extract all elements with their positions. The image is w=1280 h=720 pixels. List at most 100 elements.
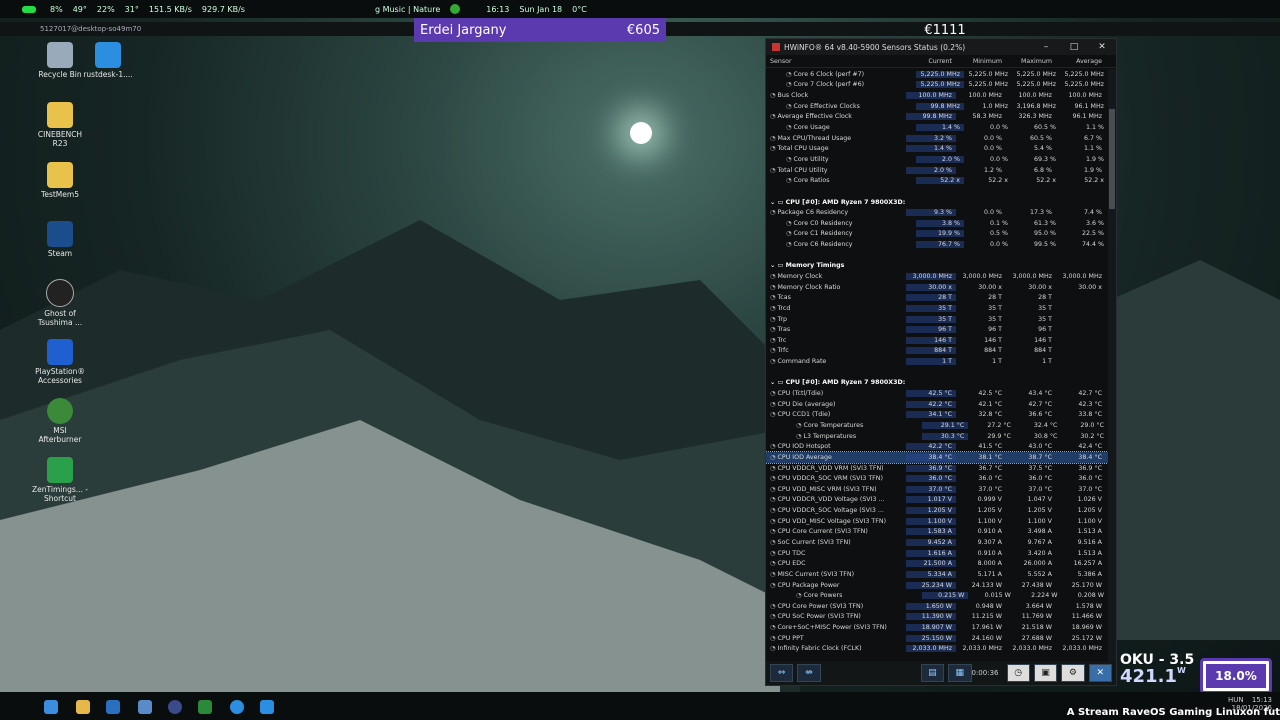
network-icon[interactable]: ▤ (920, 664, 945, 682)
sensor-row[interactable]: ◔ Command Rate 1 T1 T1 T (766, 356, 1108, 367)
desktop-icon-steam[interactable]: Steam (32, 221, 88, 258)
close-button[interactable]: ✕ (1088, 42, 1116, 52)
sensor-row[interactable]: ◔ CPU Package Power 25.234 W 24.133 W 27.43… (766, 580, 1108, 591)
desktop-icon-zentimings[interactable]: ZenTimings... - Shortcut (32, 457, 88, 503)
desktop-icon-rustdesk[interactable]: rustdesk-1.... (80, 42, 136, 79)
sensor-row[interactable]: ◔ CPU VDDCR_SOC VRM (SVI3 TFN) 36.0 °C 36.… (766, 473, 1108, 484)
hwinfo-titlebar[interactable]: HWiNFO® 64 v8.40-5900 Sensors Status (0.… (766, 39, 1116, 55)
sensor-group-header[interactable]: ⌄ ▭ CPU [#0]: AMD Ryzen 7 9800X3D: C-Sta… (766, 197, 1108, 208)
sensor-row[interactable]: ◔ CPU PPT 25.150 W 24.160 W 27.688 W 25.172 … (766, 633, 1108, 644)
sensor-row[interactable]: ◔ CPU Core Current (SVI3 TFN) 1.583 A 0.91… (766, 527, 1108, 538)
sensor-row[interactable]: ◔ CPU Die (average) 42.2 °C 42.1 °C 42.7 °C… (766, 399, 1108, 410)
sensor-row[interactable]: ◔ CPU CCD1 (Tdie) 34.1 °C 32.8 °C 36.6 °C 33… (766, 410, 1108, 421)
sensor-row[interactable]: ◔ Bus Clock 100.0 MHz 100.0 MHz 100.0 MHz 10… (766, 90, 1108, 101)
sensor-row[interactable]: ◔ Max CPU/Thread Usage 3.2 % 0.0 % 60.5 % 6.… (766, 133, 1108, 144)
sensor-row[interactable]: ◔ CPU VDDCR_VDD Voltage (SVI3 ... 1.017 V… (766, 495, 1108, 506)
sensor-row[interactable]: ◔ Memory Clock 3,000.0 MHz 3,000.0 MHz 3,00… (766, 271, 1108, 282)
sensor-row[interactable]: ◔ Core Effective Clocks 99.8 MHz 1.0 MHz 3,… (766, 101, 1108, 112)
sensor-row[interactable]: ◔ SoC Current (SVI3 TFN) 9.452 A 9.307 A 9.… (766, 537, 1108, 548)
sensor-row[interactable]: ◔ Core Temperatures 29.1 °C 27.2 °C 32.4 °C… (766, 420, 1108, 431)
sensor-row[interactable]: ◔ CPU IOD Hotspot 42.2 °C 41.5 °C 43.0 °C 42… (766, 441, 1108, 452)
sensor-row[interactable]: ◔ CPU SoC Power (SVI3 TFN) 11.390 W 11.215… (766, 612, 1108, 623)
settings-gear-icon[interactable]: ⚙ (1061, 664, 1085, 682)
sensor-row[interactable] (766, 367, 1108, 378)
sensor-icon: ◔ (770, 113, 778, 121)
sensor-row[interactable]: ◔ CPU VDDCR_SOC Voltage (SVI3 ... 1.205 V… (766, 505, 1108, 516)
sensor-group-header[interactable]: ⌄ ▭ CPU [#0]: AMD Ryzen 7 9800X3D: Enhan… (766, 378, 1108, 389)
col-minimum[interactable]: Minimum (956, 58, 1006, 65)
sensor-row[interactable]: ◔ Core C1 Residency 19.9 % 0.5 % 95.0 % 22.5… (766, 229, 1108, 240)
report-icon[interactable]: ▦ (948, 664, 972, 682)
minimize-button[interactable]: – (1032, 42, 1060, 52)
file-explorer-icon[interactable] (76, 700, 90, 714)
desktop-icon-label: TestMem5 (41, 190, 79, 199)
sensor-row[interactable]: ◔ CPU (Tctl/Tdie) 42.5 °C 42.5 °C 43.4 °C 42… (766, 388, 1108, 399)
sensor-row[interactable]: ◔ Core Ratios 52.2 x 52.2 x 52.2 x 52.2 x (766, 175, 1108, 186)
sensor-row[interactable]: ◔ Total CPU Utility 2.0 % 1.2 % 6.8 % 1.9 % (766, 165, 1108, 176)
sensor-row[interactable]: ◔ Tcas 28 T 28 T 28 T (766, 292, 1108, 303)
store-icon[interactable] (106, 700, 120, 714)
desktop-icon-playstation[interactable]: PlayStation® Accessories (32, 339, 88, 385)
value-current: 9.452 A (906, 539, 956, 546)
sensor-row[interactable]: ◔ MISC Current (SVI3 TFN) 5.334 A 5.171 A5… (766, 569, 1108, 580)
value-average: 30.2 °C (1080, 432, 1104, 440)
sensor-row[interactable]: ◔ Core 7 Clock (perf #6) 5,225.0 MHz 5,225… (766, 80, 1108, 91)
maximize-button[interactable]: □ (1060, 42, 1088, 52)
sensor-group-header[interactable]: ⌄ ▭ Memory Timings (766, 261, 1108, 272)
sensor-row[interactable]: ◔ L3 Temperatures 30.3 °C 29.9 °C 30.8 °C 30… (766, 431, 1108, 442)
collapse-icon[interactable]: ⌄ ▭ (770, 199, 786, 206)
language-indicator[interactable]: HUN (1228, 696, 1244, 704)
sensor-row[interactable]: ◔ Core Powers 0.215 W 0.015 W 2.224 W 0.208 … (766, 590, 1108, 601)
collapse-icon[interactable]: ⌄ ▭ (770, 262, 786, 269)
col-sensor[interactable]: Sensor (766, 58, 906, 65)
monitor-icon[interactable] (198, 700, 212, 714)
sensor-row[interactable]: ◔ Core Utility 2.0 % 0.0 % 69.3 % 1.9 % (766, 154, 1108, 165)
col-average[interactable]: Average (1056, 58, 1106, 65)
sensor-row[interactable]: ◔ Tras 96 T 96 T 96 T (766, 324, 1108, 335)
app-icon[interactable] (168, 700, 182, 714)
close-sensors-icon[interactable]: ✕ (1088, 664, 1112, 682)
desktop-icon-msi-afterburner[interactable]: MSI Afterburner (32, 398, 88, 444)
sensor-row[interactable]: ◔ CPU VDDCR_VDD VRM (SVI3 TFN) 36.9 °C 36.… (766, 463, 1108, 474)
sensor-row[interactable]: ◔ Average Effective Clock 99.8 MHz 58.3 MH… (766, 112, 1108, 123)
sensor-row[interactable]: ◔ Total CPU Usage 1.4 % 0.0 % 5.4 % 1.1 % (766, 143, 1108, 154)
sensor-row[interactable]: ◔ Trc 146 T 146 T 146 T (766, 335, 1108, 346)
collapse-icon[interactable]: ⌄ ▭ (770, 379, 786, 386)
save-icon[interactable]: ▣ (1033, 664, 1058, 682)
sensor-row[interactable]: ◔ Core 6 Clock (perf #7) 5,225.0 MHz 5,225… (766, 69, 1108, 80)
sensor-row[interactable]: ◔ Core C6 Residency 76.7 % 0.0 % 99.5 % 74.4… (766, 239, 1108, 250)
sensor-row[interactable] (766, 250, 1108, 261)
sensor-row[interactable]: ◔ Core C0 Residency 3.8 % 0.1 % 61.3 % 3.6 % (766, 218, 1108, 229)
arrows-left-right-icon[interactable]: ⇔ (770, 664, 794, 682)
clock-icon[interactable]: ◷ (1006, 664, 1030, 682)
sensor-row[interactable]: ◔ Trcd 35 T 35 T 35 T (766, 303, 1108, 314)
sensor-row[interactable]: ◔ CPU Core Power (SVI3 TFN) 1.650 W 0.948 … (766, 601, 1108, 612)
sensor-row[interactable]: ◔ CPU TDC 1.616 A 0.910 A 3.420 A 1.513 A (766, 548, 1108, 559)
sensor-row[interactable]: ◔ Trfc 884 T 884 T 884 T (766, 346, 1108, 357)
arrows-collapse-icon[interactable]: ⇎ (797, 664, 821, 682)
rustdesk-window-icon[interactable] (260, 700, 274, 714)
col-current[interactable]: Current (906, 58, 956, 65)
sensor-row[interactable]: ◔ CPU IOD Average 38.4 °C 38.1 °C 38.7 °C 38… (766, 451, 1108, 464)
sensor-row[interactable]: ◔ CPU EDC 21.500 A 8.000 A 26.000 A 16.257 A (766, 558, 1108, 569)
col-maximum[interactable]: Maximum (1006, 58, 1056, 65)
sensor-row[interactable]: ◔ Trp 35 T 35 T 35 T (766, 314, 1108, 325)
sensor-row[interactable]: ◔ CPU VDD_MISC VRM (SVI3 TFN) 37.0 °C 37.0… (766, 484, 1108, 495)
sensor-label: Total CPU Usage (777, 145, 829, 153)
scrollbar-thumb[interactable] (1109, 109, 1115, 209)
sensor-row[interactable]: ◔ Core Usage 1.4 % 0.0 % 60.5 % 1.1 % (766, 122, 1108, 133)
sensor-icon: ◔ (770, 453, 778, 461)
start-icon[interactable] (44, 700, 58, 714)
sensor-row[interactable]: ◔ Memory Clock Ratio 30.00 x 30.00 x 30.00 … (766, 282, 1108, 293)
scrollbar[interactable] (1108, 69, 1116, 665)
desktop-icon-testmem5[interactable]: TestMem5 (32, 162, 88, 199)
desktop-icon-ghost-of-tsushima[interactable]: Ghost of Tsushima ... (32, 279, 88, 327)
sensor-row[interactable]: ◔ Infinity Fabric Clock (FCLK) 2,033.0 MH… (766, 644, 1108, 655)
sensor-row[interactable]: ◔ CPU VDD_MISC Voltage (SVI3 TFN) 1.100 V… (766, 516, 1108, 527)
sensor-row[interactable]: ◔ Package C6 Residency 9.3 % 0.0 % 17.3 % 7.… (766, 207, 1108, 218)
sensor-row[interactable]: ◔ Core+SoC+MISC Power (SVI3 TFN) 18.907 W… (766, 622, 1108, 633)
desktop-icon-cinebench[interactable]: CINEBENCH R23 (32, 102, 88, 148)
sensor-row[interactable] (766, 186, 1108, 197)
rustdesk-taskbar-icon[interactable] (230, 700, 244, 714)
hwinfo-taskbar-icon[interactable] (138, 700, 152, 714)
